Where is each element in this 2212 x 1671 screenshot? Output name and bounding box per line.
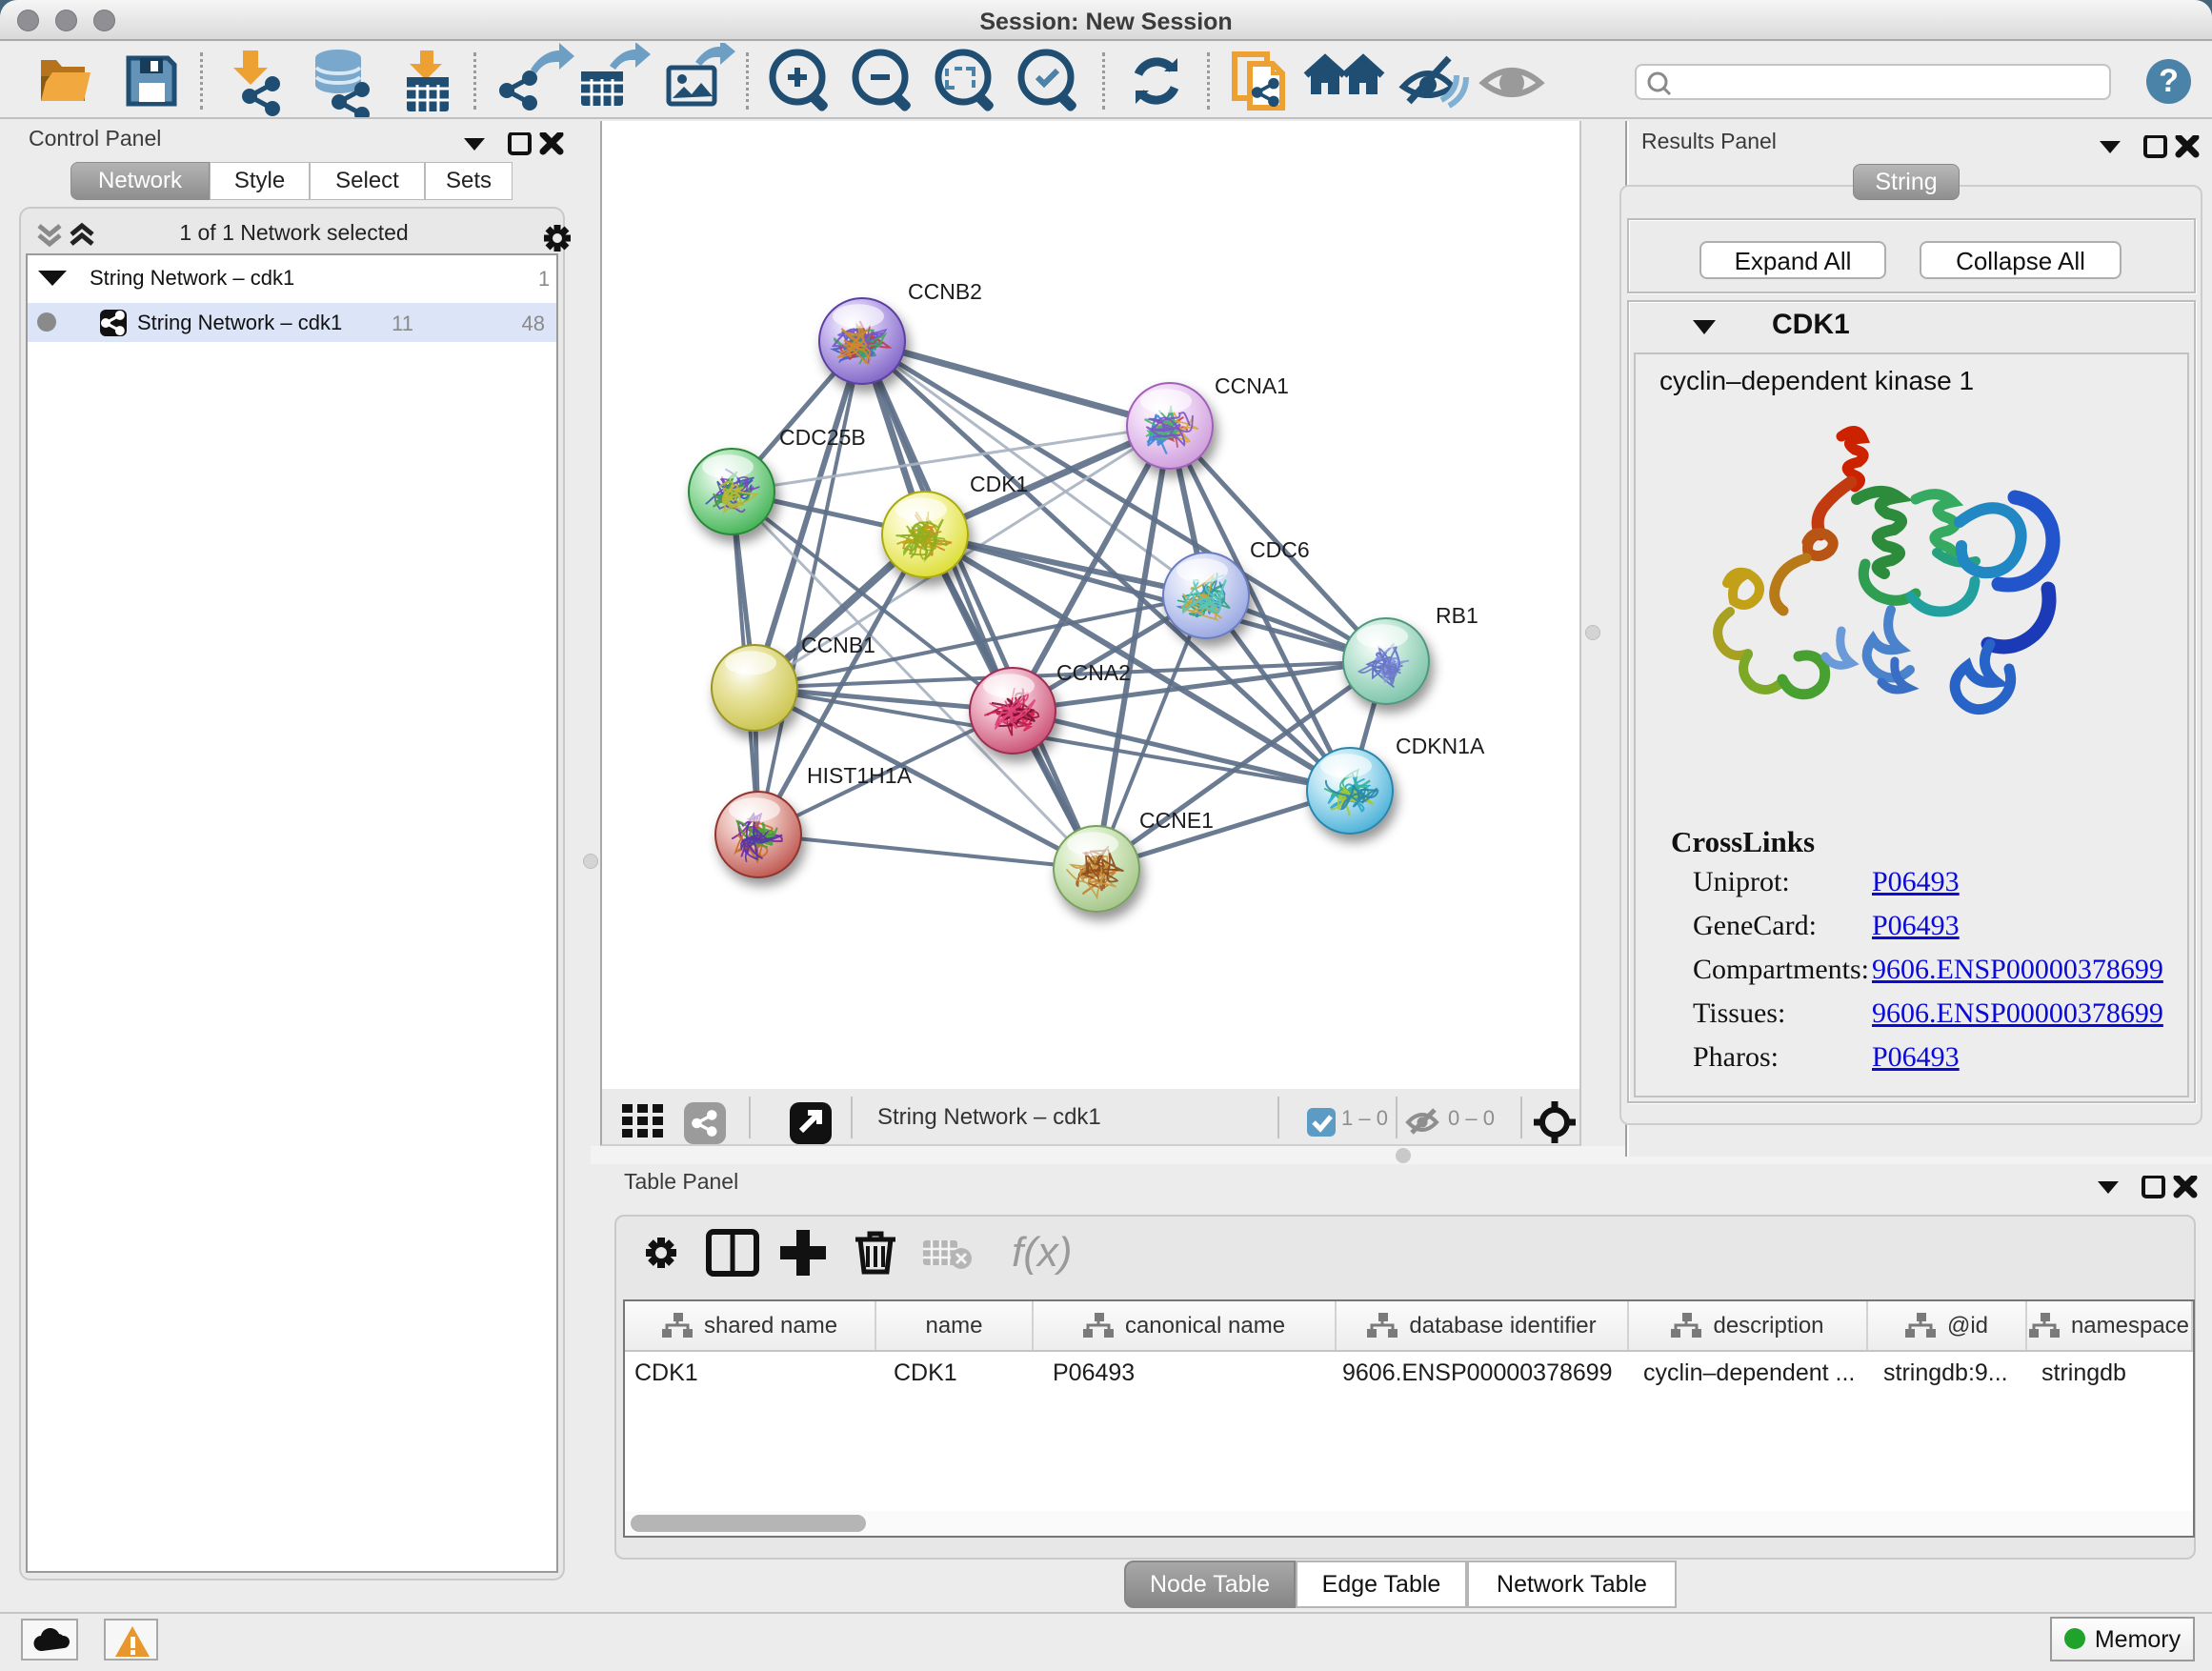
svg-text:f(x): f(x) [1012,1229,1073,1276]
svg-text:CDC6: CDC6 [1250,537,1310,562]
svg-text:CDC25B: CDC25B [779,425,866,450]
svg-text:CCNB2: CCNB2 [908,279,982,304]
svg-text:CCNA1: CCNA1 [1215,373,1289,398]
svg-text:CCNB1: CCNB1 [801,633,875,657]
svg-text:CCNA2: CCNA2 [1056,660,1131,685]
svg-text:CDK1: CDK1 [970,472,1028,496]
svg-text:CDKN1A: CDKN1A [1396,734,1485,758]
svg-text:RB1: RB1 [1436,603,1478,628]
svg-text:HIST1H1A: HIST1H1A [807,763,913,788]
svg-text:CCNE1: CCNE1 [1139,808,1214,833]
